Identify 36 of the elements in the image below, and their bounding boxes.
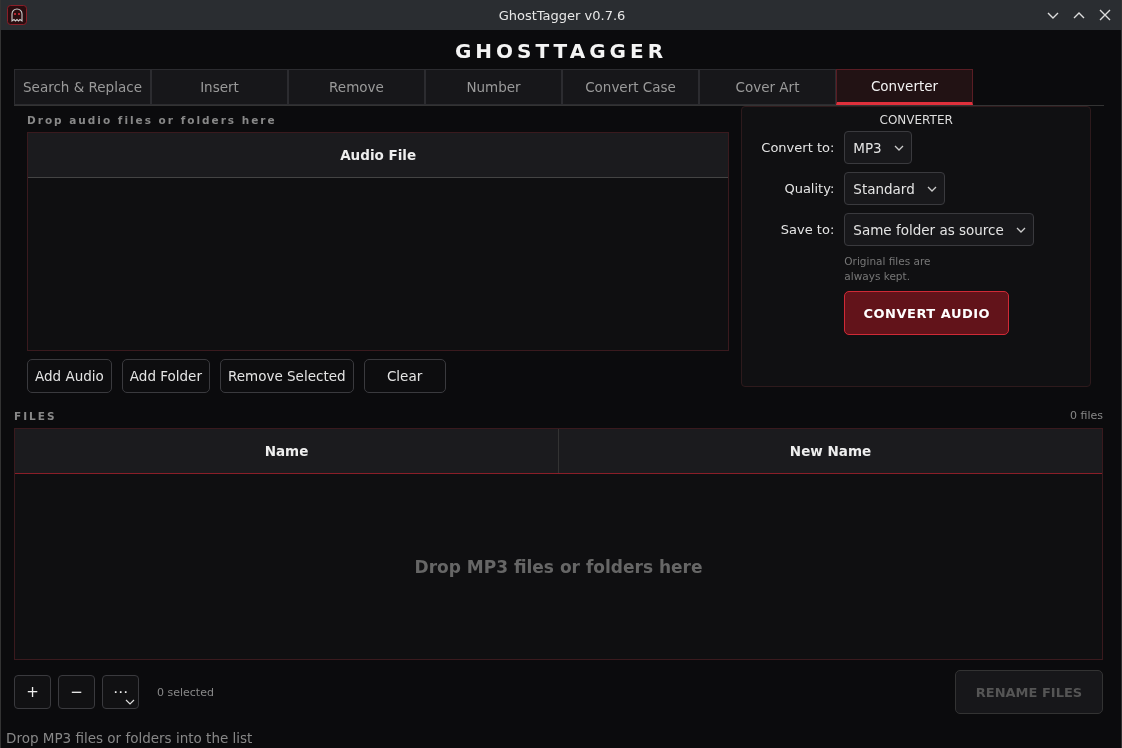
window-title: GhostTagger v0.7.6 xyxy=(497,7,626,23)
action-button[interactable]: Remove Selected xyxy=(219,359,354,393)
tab[interactable]: Remove xyxy=(288,69,425,105)
tab[interactable]: Number xyxy=(425,69,562,105)
app-heading: GHOSTTAGGER xyxy=(453,39,669,63)
remove-button[interactable]: − xyxy=(58,675,95,709)
file-count: 0 files xyxy=(1070,409,1103,422)
column-header[interactable]: New Name xyxy=(559,429,1102,473)
selection-count: 0 selected xyxy=(157,685,214,699)
dropdown[interactable]: Standard xyxy=(844,172,945,205)
dropdown[interactable]: Same folder as source xyxy=(844,213,1034,246)
action-button[interactable]: Clear xyxy=(363,359,446,393)
panel-heading: CONVERTER xyxy=(879,113,953,127)
drop-hint: Drop audio files or folders here xyxy=(27,114,278,126)
tab[interactable]: Cover Art xyxy=(699,69,836,105)
field-label: Save to: xyxy=(780,222,835,237)
tab[interactable]: Insert xyxy=(151,69,288,105)
status-text: Drop MP3 files or folders into the list xyxy=(5,730,254,748)
field-label: Convert to: xyxy=(761,140,835,155)
action-button[interactable]: Add Audio xyxy=(27,359,112,393)
tab[interactable]: Search & Replace xyxy=(14,69,151,105)
field-label: Quality: xyxy=(784,181,835,196)
convert-audio-button[interactable]: CONVERT AUDIO xyxy=(844,291,1010,336)
note-text: Original files are always kept. xyxy=(844,254,932,284)
chevron-down-icon xyxy=(125,699,135,705)
action-button[interactable]: Add Folder xyxy=(121,359,210,393)
column-header[interactable]: Name xyxy=(15,429,559,473)
column-header[interactable]: Audio File xyxy=(28,133,729,177)
section-heading: FILES xyxy=(14,409,57,422)
more-button[interactable]: ⋯ xyxy=(102,675,139,709)
dropdown[interactable]: MP3 xyxy=(844,131,912,164)
tab[interactable]: Convert Case xyxy=(562,69,699,105)
tab[interactable]: Converter xyxy=(836,69,973,105)
ghost-logo-icon xyxy=(7,5,27,25)
add-button[interactable]: + xyxy=(14,675,51,709)
empty-placeholder: Drop MP3 files or folders here xyxy=(414,556,703,577)
